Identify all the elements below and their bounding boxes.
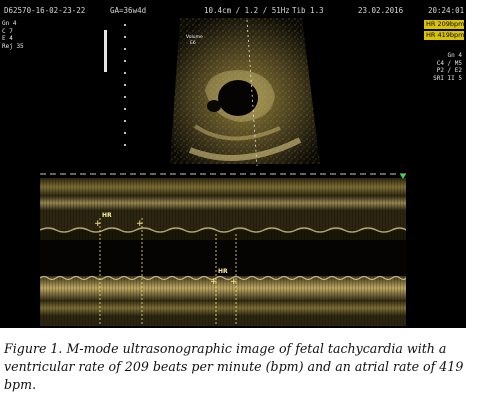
caliper-plus: + <box>136 219 144 229</box>
bmode-label: E6 <box>190 40 196 46</box>
heart-chamber <box>218 80 258 116</box>
hr-marker-label: HR <box>102 212 112 219</box>
caption-text: M-mode ultrasonographic image of fetal t… <box>4 341 464 392</box>
caliper-plus: + <box>230 277 238 287</box>
bmode-sector: Volume E6 <box>170 18 320 167</box>
figure-label: Figure 1. <box>4 341 63 356</box>
mmode-trace: + + + + <box>39 170 407 326</box>
caliper-plus: + <box>94 219 102 229</box>
ultrasound-image: D62570-16-02-23-22 GA=36w4d 10.4cm / 1.2… <box>0 0 466 328</box>
bmode-label: Volume <box>186 34 203 40</box>
mmode-panel: + + + + HR HR <box>39 170 407 326</box>
figure-caption: Figure 1. M-mode ultrasonographic image … <box>4 340 486 394</box>
hr-marker-label: HR <box>218 268 228 275</box>
caliper-plus: + <box>210 277 218 287</box>
